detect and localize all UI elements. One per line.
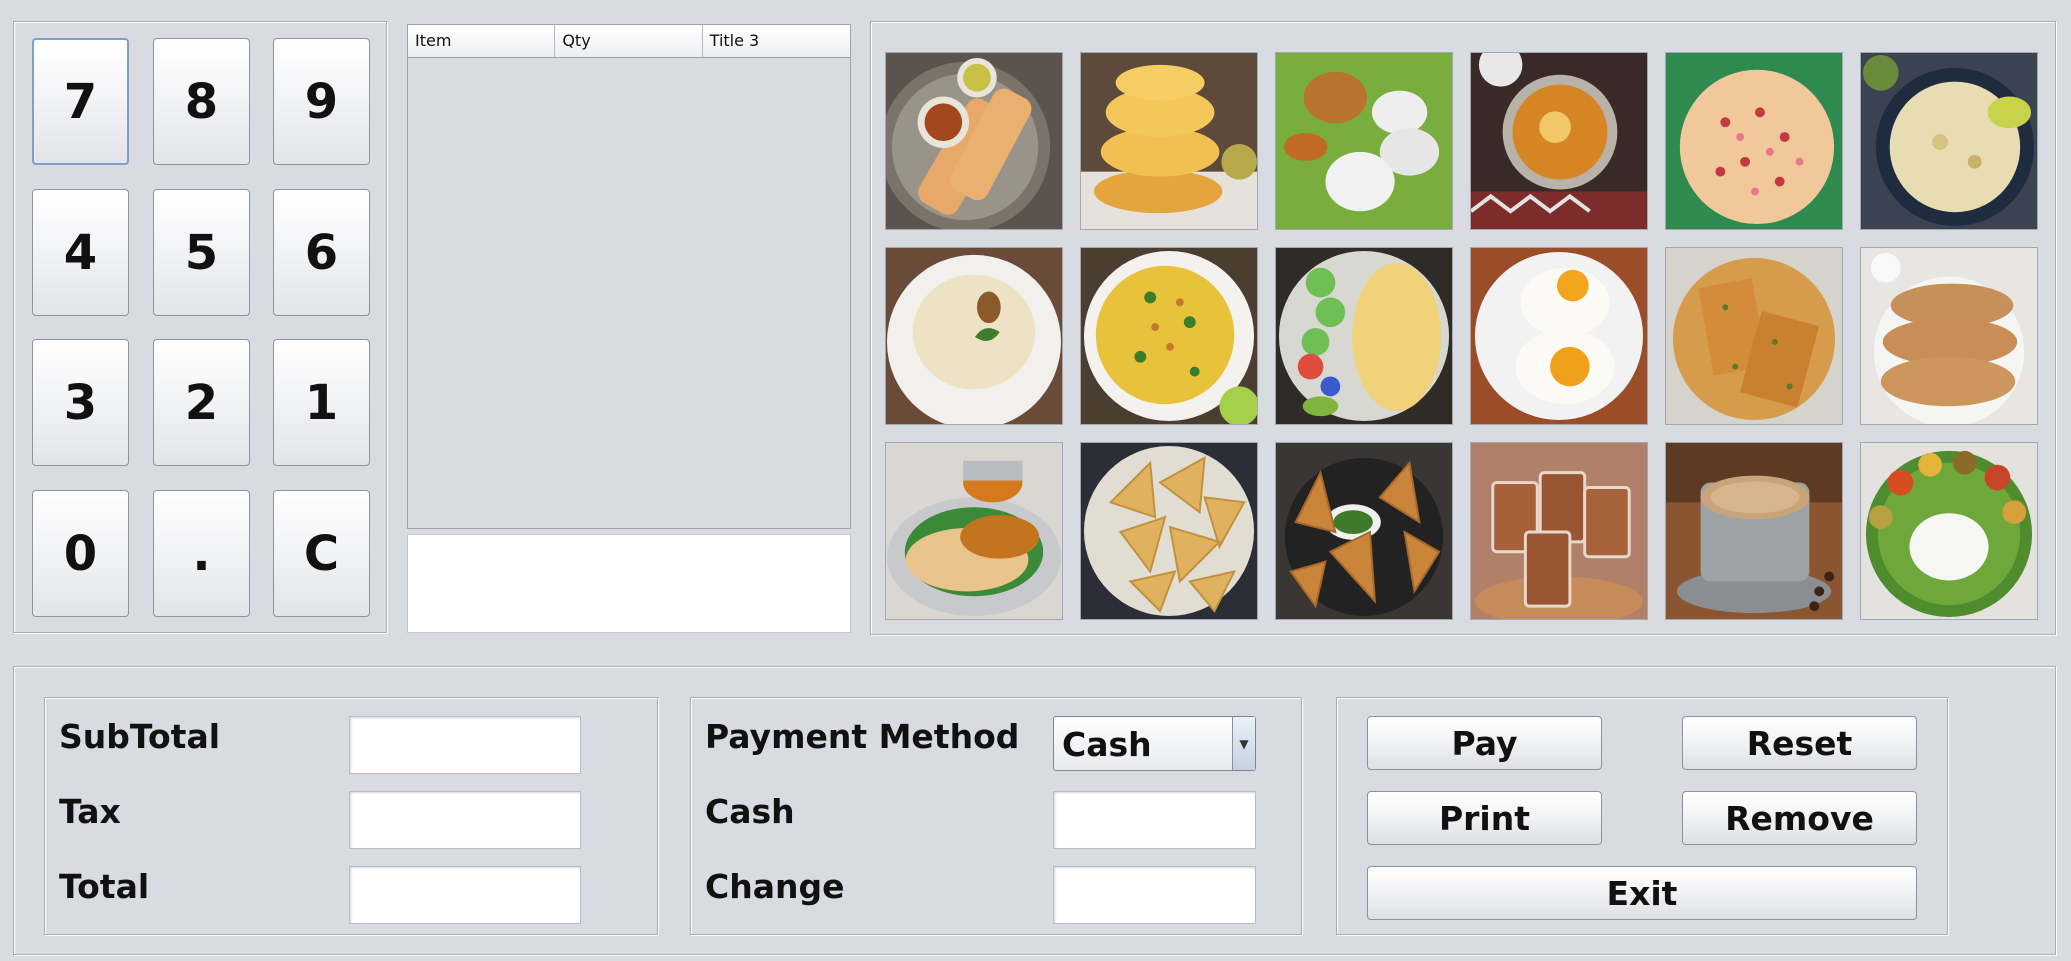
menu-item-lemon-rice[interactable]	[1080, 247, 1258, 425]
cash-label: Cash	[705, 792, 795, 831]
key-0[interactable]: 0	[32, 490, 129, 617]
menu-item-upma[interactable]	[1860, 52, 2038, 230]
print-button[interactable]: Print	[1367, 791, 1602, 845]
order-table-header: Item Qty Title 3	[408, 25, 850, 58]
key-decimal[interactable]: .	[153, 490, 250, 617]
menu-item-uttapam[interactable]	[1665, 52, 1843, 230]
paratha-image	[1666, 248, 1842, 424]
remove-button[interactable]: Remove	[1682, 791, 1917, 845]
reset-button[interactable]: Reset	[1682, 716, 1917, 770]
menu-item-samosa-plate[interactable]	[1080, 442, 1258, 620]
menu-item-samosa-chutney[interactable]	[1275, 442, 1453, 620]
payment-method-select[interactable]: Cash ▼	[1053, 716, 1256, 771]
key-7[interactable]: 7	[32, 38, 129, 165]
change-field[interactable]	[1053, 866, 1256, 924]
uttapam-image	[1666, 53, 1842, 229]
curry-bowl-image	[1471, 53, 1647, 229]
total-label: Total	[59, 867, 150, 906]
key-3[interactable]: 3	[32, 339, 129, 466]
rice-meals-image	[1861, 443, 2037, 619]
tax-field[interactable]	[349, 791, 581, 849]
menu-item-chai[interactable]	[1470, 442, 1648, 620]
menu-item-poori[interactable]	[1080, 52, 1258, 230]
menu-item-paratha[interactable]	[1665, 247, 1843, 425]
menu-item-pongal[interactable]	[885, 247, 1063, 425]
chevron-down-icon[interactable]: ▼	[1232, 717, 1255, 770]
menu-item-chapati[interactable]	[1860, 247, 2038, 425]
key-clear[interactable]: C	[273, 490, 370, 617]
payment-method-value: Cash	[1062, 725, 1152, 764]
menu-item-dosa[interactable]	[885, 52, 1063, 230]
change-label: Change	[705, 867, 845, 906]
subtotal-label: SubTotal	[59, 717, 221, 756]
exit-button[interactable]: Exit	[1367, 866, 1917, 920]
menu-item-fried-eggs[interactable]	[1470, 247, 1648, 425]
menu-item-filter-coffee[interactable]	[1665, 442, 1843, 620]
menu-item-omelette[interactable]	[1275, 247, 1453, 425]
pay-button[interactable]: Pay	[1367, 716, 1602, 770]
poori-image	[1081, 53, 1257, 229]
lemon-rice-image	[1081, 248, 1257, 424]
filter-coffee-image	[1666, 443, 1842, 619]
fried-eggs-image	[1471, 248, 1647, 424]
dosa-image	[886, 53, 1062, 229]
key-6[interactable]: 6	[273, 189, 370, 316]
payment-method-label: Payment Method	[705, 717, 1020, 756]
samosa-chutney-image	[1276, 443, 1452, 619]
upma-bowl-image	[1861, 53, 2037, 229]
omelette-plate-image	[1276, 248, 1452, 424]
column-header-qty[interactable]: Qty	[555, 25, 703, 57]
column-header-item[interactable]: Item	[408, 25, 556, 57]
key-9[interactable]: 9	[273, 38, 370, 165]
menu-item-curry-bowl[interactable]	[1470, 52, 1648, 230]
key-5[interactable]: 5	[153, 189, 250, 316]
pongal-image	[886, 248, 1062, 424]
key-1[interactable]: 1	[273, 339, 370, 466]
parotta-curry-image	[886, 443, 1062, 619]
key-8[interactable]: 8	[153, 38, 250, 165]
menu-item-rice-meals[interactable]	[1860, 442, 2038, 620]
chai-glasses-image	[1471, 443, 1647, 619]
idli-vada-image	[1276, 53, 1452, 229]
column-header-title-3[interactable]: Title 3	[703, 25, 850, 57]
order-table[interactable]: Item Qty Title 3	[407, 24, 851, 529]
key-2[interactable]: 2	[153, 339, 250, 466]
receipt-text-area[interactable]	[407, 534, 851, 633]
chapati-image	[1861, 248, 2037, 424]
menu-item-idli-vada[interactable]	[1275, 52, 1453, 230]
key-4[interactable]: 4	[32, 189, 129, 316]
samosa-plate-image	[1081, 443, 1257, 619]
menu-item-parotta[interactable]	[885, 442, 1063, 620]
subtotal-field[interactable]	[349, 716, 581, 774]
tax-label: Tax	[59, 792, 121, 831]
cash-field[interactable]	[1053, 791, 1256, 849]
total-field[interactable]	[349, 866, 581, 924]
